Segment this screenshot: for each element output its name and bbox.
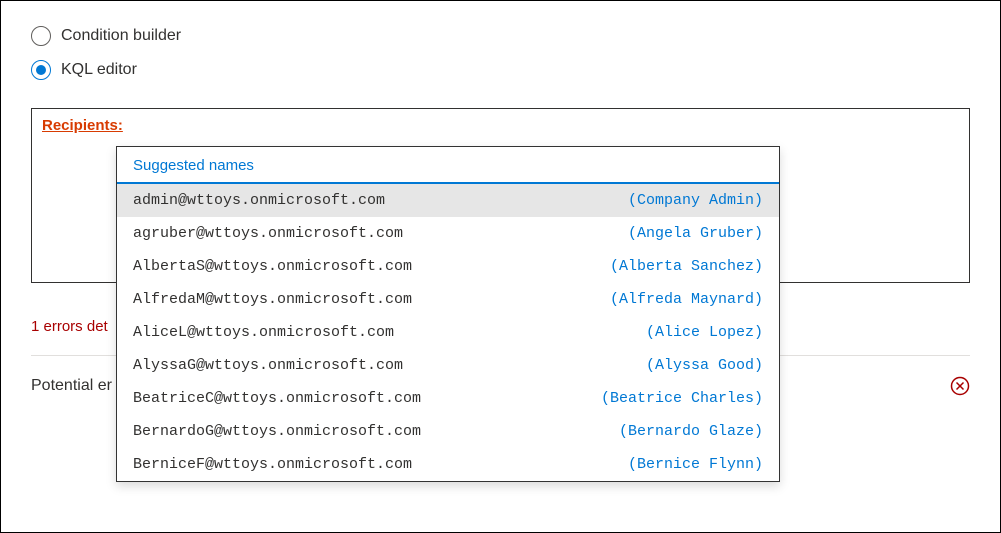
suggestion-display-name: (Company Admin) (628, 192, 763, 209)
suggestion-item[interactable]: BeatriceC@wttoys.onmicrosoft.com (Beatri… (117, 382, 779, 415)
suggestion-email: AliceL@wttoys.onmicrosoft.com (133, 324, 394, 341)
suggestion-display-name: (Bernice Flynn) (628, 456, 763, 473)
suggestion-item[interactable]: AlfredaM@wttoys.onmicrosoft.com (Alfreda… (117, 283, 779, 316)
suggestion-display-name: (Alyssa Good) (646, 357, 763, 374)
suggestion-item[interactable]: AliceL@wttoys.onmicrosoft.com (Alice Lop… (117, 316, 779, 349)
suggestions-header: Suggested names (117, 147, 779, 184)
suggestions-popup: Suggested names admin@wttoys.onmicrosoft… (116, 146, 780, 482)
suggestion-email: AlfredaM@wttoys.onmicrosoft.com (133, 291, 412, 308)
radio-condition-builder[interactable]: Condition builder (31, 26, 970, 46)
suggestion-email: BernardoG@wttoys.onmicrosoft.com (133, 423, 421, 440)
suggestion-item[interactable]: BerniceF@wttoys.onmicrosoft.com (Bernice… (117, 448, 779, 481)
suggestion-item[interactable]: BernardoG@wttoys.onmicrosoft.com (Bernar… (117, 415, 779, 448)
suggestion-item[interactable]: AlyssaG@wttoys.onmicrosoft.com (Alyssa G… (117, 349, 779, 382)
close-icon[interactable] (950, 376, 970, 396)
suggestion-display-name: (Alberta Sanchez) (610, 258, 763, 275)
suggestion-email: agruber@wttoys.onmicrosoft.com (133, 225, 403, 242)
suggestion-email: admin@wttoys.onmicrosoft.com (133, 192, 385, 209)
suggestion-item[interactable]: agruber@wttoys.onmicrosoft.com (Angela G… (117, 217, 779, 250)
suggestion-email: AlyssaG@wttoys.onmicrosoft.com (133, 357, 403, 374)
suggestion-email: BerniceF@wttoys.onmicrosoft.com (133, 456, 412, 473)
suggestion-display-name: (Angela Gruber) (628, 225, 763, 242)
editor-mode-radio-group: Condition builder KQL editor (31, 26, 970, 80)
radio-label: KQL editor (61, 61, 137, 79)
suggestion-email: AlbertaS@wttoys.onmicrosoft.com (133, 258, 412, 275)
potential-errors-label: Potential er (31, 377, 112, 395)
suggestion-display-name: (Alice Lopez) (646, 324, 763, 341)
editor-token-recipients: Recipients: (42, 117, 123, 134)
radio-kql-editor[interactable]: KQL editor (31, 60, 970, 80)
radio-icon (31, 60, 51, 80)
radio-label: Condition builder (61, 27, 181, 45)
suggestion-email: BeatriceC@wttoys.onmicrosoft.com (133, 390, 421, 407)
suggestion-item[interactable]: admin@wttoys.onmicrosoft.com (Company Ad… (117, 184, 779, 217)
suggestion-item[interactable]: AlbertaS@wttoys.onmicrosoft.com (Alberta… (117, 250, 779, 283)
suggestion-display-name: (Beatrice Charles) (601, 390, 763, 407)
radio-icon (31, 26, 51, 46)
suggestion-display-name: (Alfreda Maynard) (610, 291, 763, 308)
suggestion-display-name: (Bernardo Glaze) (619, 423, 763, 440)
